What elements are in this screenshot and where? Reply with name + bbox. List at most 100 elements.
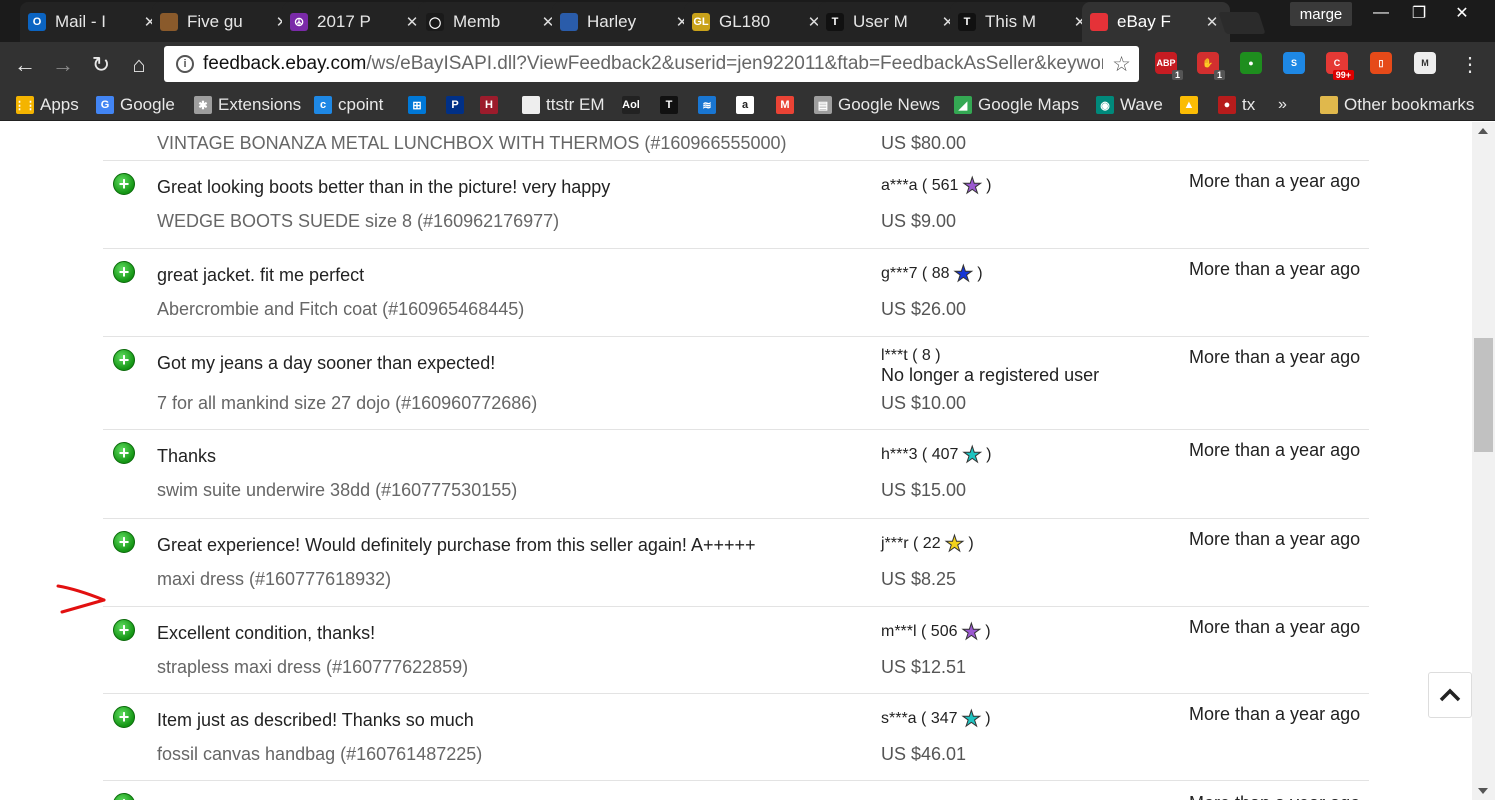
new-tab-button[interactable] (1218, 12, 1266, 34)
buyer-score[interactable]: 22 (923, 535, 941, 553)
buyer-info: a***a ( 561 ★) (881, 174, 991, 197)
restore-icon[interactable]: ❐ (1400, 0, 1438, 26)
bookmark-item[interactable]: ◉ Wave (1096, 93, 1163, 117)
bookmark-item[interactable]: ● tx (1218, 93, 1255, 117)
browser-tab[interactable]: T User M ✕ (818, 2, 966, 42)
back-icon[interactable]: ← (10, 50, 40, 80)
feedback-time: More than a year ago (1189, 440, 1361, 460)
s-icon[interactable]: S (1283, 52, 1305, 74)
browser-tab[interactable]: GL GL180 ✕ (684, 2, 832, 42)
buyer-score[interactable]: 347 (931, 710, 958, 728)
bookmark-item[interactable]: ✱ Extensions (194, 93, 301, 117)
item-title-link[interactable]: swim suite underwire 38dd (#160777530155… (157, 480, 517, 501)
bookmark-item[interactable]: a (736, 93, 760, 117)
hand-icon[interactable]: ✋ 1 (1197, 52, 1225, 80)
bookmark-item[interactable]: ⊞ (408, 93, 432, 117)
bookmark-item[interactable]: ▲ (1180, 93, 1204, 117)
buyer-name[interactable]: a***a ( (881, 177, 927, 195)
office-icon[interactable]: ▯ (1370, 52, 1392, 74)
green-dot-icon[interactable]: ● (1240, 52, 1262, 74)
other-bookmarks[interactable]: Other bookmarks (1320, 93, 1474, 117)
bookmark-item[interactable]: G Google (96, 93, 175, 117)
buyer-score[interactable]: 506 (931, 623, 958, 641)
buyer-score[interactable]: 561 (932, 177, 959, 195)
bookmark-item[interactable]: H (480, 93, 504, 117)
tab-title: eBay F (1117, 12, 1171, 31)
bookmark-item[interactable]: M (776, 93, 800, 117)
scroll-down-arrow-icon[interactable] (1478, 788, 1488, 794)
scrollbar-thumb[interactable] (1474, 338, 1493, 452)
bookmark-item[interactable]: c cpoint (314, 93, 383, 117)
bookmark-label: ttstr EM (546, 95, 605, 114)
item-title-link[interactable]: WEDGE BOOTS SUEDE size 8 (#160962176977) (157, 211, 559, 232)
buyer-name[interactable]: j***r ( (881, 535, 918, 553)
bookmark-item[interactable]: ttstr EM (522, 93, 605, 117)
bookmark-label: Google (120, 95, 175, 114)
bookmark-item[interactable]: ▤ Google News (814, 93, 940, 117)
paypal-icon: P (446, 96, 464, 114)
user-paren: ) (985, 623, 991, 640)
reload-icon[interactable]: ↻ (86, 50, 116, 80)
chrome-menu-icon[interactable]: ⋮ (1460, 52, 1480, 77)
buyer-score[interactable]: 8 ) (922, 347, 941, 365)
bookmark-star-icon[interactable]: ☆ (1112, 52, 1131, 77)
bookmark-label: Google Maps (978, 95, 1080, 114)
feedback-star-icon: ★ (944, 531, 965, 556)
browser-tab[interactable]: Five gu✕ (152, 2, 300, 42)
shield-m-icon[interactable]: M (1414, 52, 1436, 74)
drive-icon: ▲ (1180, 96, 1198, 114)
item-price: US $26.00 (881, 299, 967, 319)
scroll-up-arrow-icon[interactable] (1478, 128, 1488, 134)
buyer-name[interactable]: l***t ( (881, 347, 917, 365)
page-scrollbar[interactable] (1472, 122, 1495, 800)
address-bar[interactable]: i feedback.ebay.com/ws/eBayISAPI.dll?Vie… (164, 46, 1139, 82)
positive-feedback-icon: + (113, 706, 135, 728)
buyer-name[interactable]: m***l ( (881, 623, 926, 641)
bookmark-item[interactable]: T (660, 93, 684, 117)
browser-tab[interactable]: Harley ✕ (552, 2, 700, 42)
bookmark-item[interactable]: ⋮⋮ Apps (14, 93, 79, 117)
item-title-link[interactable]: strapless maxi dress (#160777622859) (157, 657, 468, 678)
browser-tab[interactable]: ☮ 2017 P ✕ (282, 2, 430, 42)
bookmark-item[interactable]: Aol (622, 93, 646, 117)
close-tab-icon[interactable]: ✕ (1204, 13, 1220, 31)
browser-tab[interactable]: O Mail - I ✕ (20, 2, 168, 42)
buyer-score[interactable]: 88 (932, 265, 950, 283)
bookmark-item[interactable]: ◢ Google Maps (954, 93, 1079, 117)
back-to-top-button[interactable] (1428, 672, 1472, 718)
adblock-icon[interactable]: ABP 1 (1155, 52, 1183, 80)
site-info-icon[interactable]: i (176, 55, 194, 73)
browser-tab[interactable]: eBay F ✕ (1082, 2, 1230, 42)
bookmarks-overflow-icon[interactable]: » (1278, 93, 1287, 117)
other-bookmarks-label: Other bookmarks (1344, 95, 1475, 114)
item-title-link[interactable]: maxi dress (#160777618932) (157, 569, 391, 590)
c-icon[interactable]: C 99+ (1326, 52, 1354, 80)
feedback-row: + Item just as described! Thanks so much f… (103, 693, 1369, 780)
browser-tab[interactable]: ◯ Memb ✕ (418, 2, 566, 42)
bookmark-item[interactable]: P (446, 93, 470, 117)
buyer-info: s***a ( 347 ★) (881, 706, 991, 731)
forward-icon[interactable]: → (48, 50, 78, 80)
bookmark-item[interactable]: ≋ (698, 93, 722, 117)
profile-button[interactable]: marge (1290, 2, 1352, 26)
buyer-name[interactable]: h***3 ( (881, 446, 927, 464)
minimize-icon[interactable]: — (1362, 0, 1400, 26)
bookmark-label: Apps (40, 95, 79, 114)
url-text[interactable]: feedback.ebay.com/ws/eBayISAPI.dll?ViewF… (203, 53, 1103, 75)
feedback-row: + Great looking boots better than in the … (103, 160, 1369, 248)
item-title-link[interactable]: 7 for all mankind size 27 dojo (#1609607… (157, 393, 537, 414)
url-path: /ws/eBayISAPI.dll?ViewFeedback2&userid=j… (366, 53, 1103, 74)
feedback-star-icon: ★ (961, 706, 982, 731)
feedback-row: + Got my jeans a day sooner than expected… (103, 336, 1369, 429)
buyer-score[interactable]: 407 (932, 446, 959, 464)
item-title-link[interactable]: VINTAGE BONANZA METAL LUNCHBOX WITH THER… (157, 133, 787, 154)
home-icon[interactable]: ⌂ (124, 50, 154, 80)
item-title-link[interactable]: fossil canvas handbag (#160761487225) (157, 744, 482, 765)
browser-tab[interactable]: T This M ✕ (950, 2, 1098, 42)
close-window-icon[interactable]: ✕ (1440, 0, 1484, 26)
buyer-name[interactable]: g***7 ( (881, 265, 927, 283)
item-title-link[interactable]: Abercrombie and Fitch coat (#16096546844… (157, 299, 524, 320)
aol-icon: Aol (622, 96, 640, 114)
buyer-name[interactable]: s***a ( (881, 710, 926, 728)
feedback-star-icon: ★ (962, 442, 983, 467)
